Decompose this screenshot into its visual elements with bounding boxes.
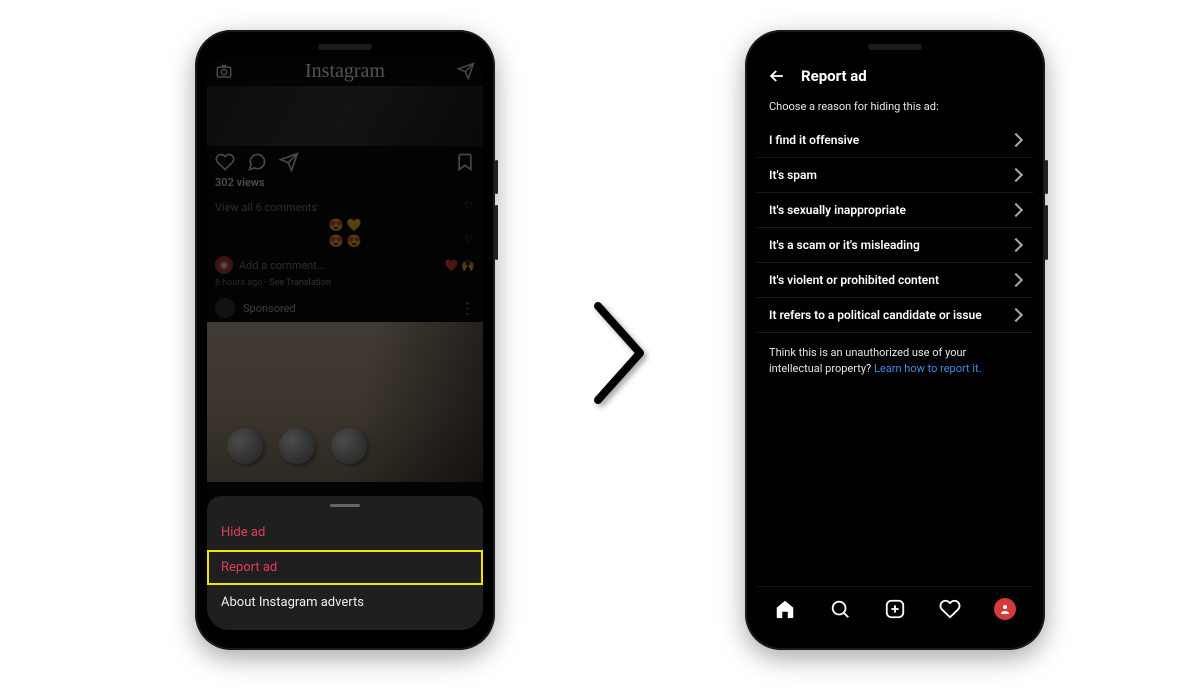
comment-like-icon[interactable]: ♡ bbox=[464, 234, 473, 245]
comment-icon[interactable] bbox=[247, 152, 267, 172]
screen-left: Instagram 302 views View a bbox=[207, 56, 483, 630]
sponsored-label: Sponsored bbox=[243, 302, 296, 315]
comment-emoji-line: 😍 😍 ♡ bbox=[207, 234, 483, 252]
comment-like-icon[interactable]: ♡ bbox=[464, 201, 473, 212]
like-icon[interactable] bbox=[215, 152, 235, 172]
ip-notice: Think this is an unauthorized use of you… bbox=[757, 333, 1033, 377]
avatar[interactable] bbox=[215, 298, 235, 318]
chevron-right-icon bbox=[1009, 133, 1023, 147]
add-post-icon[interactable] bbox=[884, 598, 906, 620]
bottom-navigation bbox=[757, 586, 1033, 630]
reason-option[interactable]: It's sexually inappropriate bbox=[757, 193, 1033, 228]
chevron-right-icon bbox=[1009, 238, 1023, 252]
more-options-icon[interactable]: ⋯ bbox=[460, 301, 476, 316]
activity-icon[interactable] bbox=[939, 598, 961, 620]
view-all-comments[interactable]: View all 6 comments ♡ bbox=[207, 195, 483, 216]
chevron-right-icon bbox=[1009, 203, 1023, 217]
bookmark-icon[interactable] bbox=[455, 152, 475, 172]
app-logo: Instagram bbox=[305, 60, 385, 83]
reason-option[interactable]: I find it offensive bbox=[757, 123, 1033, 158]
chevron-right-icon bbox=[1009, 168, 1023, 182]
comment-emoji-line: 😍 💛 bbox=[207, 216, 483, 234]
flow-arrow-icon bbox=[590, 298, 650, 412]
quick-emoji[interactable]: ❤️ 🙌 bbox=[445, 259, 475, 272]
phone-side-button bbox=[495, 160, 498, 194]
app-topbar: Instagram bbox=[207, 56, 483, 86]
send-icon[interactable] bbox=[457, 62, 475, 80]
tutorial-two-phones: Instagram 302 views View a bbox=[0, 0, 1200, 700]
add-comment-row[interactable]: ◉ Add a comment... ❤️ 🙌 bbox=[207, 252, 483, 278]
reason-list: I find it offensive It's spam It's sexua… bbox=[757, 123, 1033, 333]
avatar: ◉ bbox=[215, 256, 233, 274]
ad-image[interactable] bbox=[207, 322, 483, 482]
sheet-hide-ad[interactable]: Hide ad bbox=[207, 515, 483, 550]
reason-option[interactable]: It's spam bbox=[757, 158, 1033, 193]
screen-right: Report ad Choose a reason for hiding thi… bbox=[757, 56, 1033, 630]
sheet-about-adverts[interactable]: About Instagram adverts bbox=[207, 585, 483, 620]
chevron-right-icon bbox=[1009, 273, 1023, 287]
share-icon[interactable] bbox=[279, 152, 299, 172]
learn-how-link[interactable]: Learn how to report it. bbox=[874, 362, 982, 375]
reason-option[interactable]: It's violent or prohibited content bbox=[757, 263, 1033, 298]
back-icon[interactable] bbox=[767, 66, 787, 86]
post-action-bar bbox=[207, 146, 483, 174]
profile-icon[interactable] bbox=[994, 598, 1016, 620]
phone-frame-left: Instagram 302 views View a bbox=[195, 30, 495, 650]
page-title: Report ad bbox=[801, 67, 867, 85]
phone-side-button bbox=[1045, 160, 1048, 194]
reason-option[interactable]: It's a scam or it's misleading bbox=[757, 228, 1033, 263]
comment-placeholder: Add a comment... bbox=[239, 259, 326, 272]
sheet-report-ad[interactable]: Report ad bbox=[207, 550, 483, 585]
phone-side-button bbox=[495, 205, 498, 260]
instagram-feed: Instagram 302 views View a bbox=[207, 56, 483, 630]
report-header: Report ad bbox=[757, 56, 1033, 96]
action-sheet: Hide ad Report ad About Instagram advert… bbox=[207, 496, 483, 630]
phone-side-button bbox=[1045, 205, 1048, 260]
camera-icon[interactable] bbox=[215, 62, 233, 80]
home-icon[interactable] bbox=[774, 598, 796, 620]
sponsored-header: Sponsored ⋯ bbox=[207, 294, 483, 322]
report-subtitle: Choose a reason for hiding this ad: bbox=[757, 96, 1033, 123]
sheet-grab-handle[interactable] bbox=[330, 504, 360, 507]
chevron-right-icon bbox=[1009, 308, 1023, 322]
post-image bbox=[207, 86, 483, 146]
see-translation-link[interactable]: See Translation bbox=[269, 278, 331, 288]
views-count: 302 views bbox=[207, 174, 483, 195]
post-timestamp: 8 hours ago · See Translation bbox=[207, 278, 483, 294]
search-icon[interactable] bbox=[829, 598, 851, 620]
reason-option[interactable]: It refers to a political candidate or is… bbox=[757, 298, 1033, 333]
phone-frame-right: Report ad Choose a reason for hiding thi… bbox=[745, 30, 1045, 650]
